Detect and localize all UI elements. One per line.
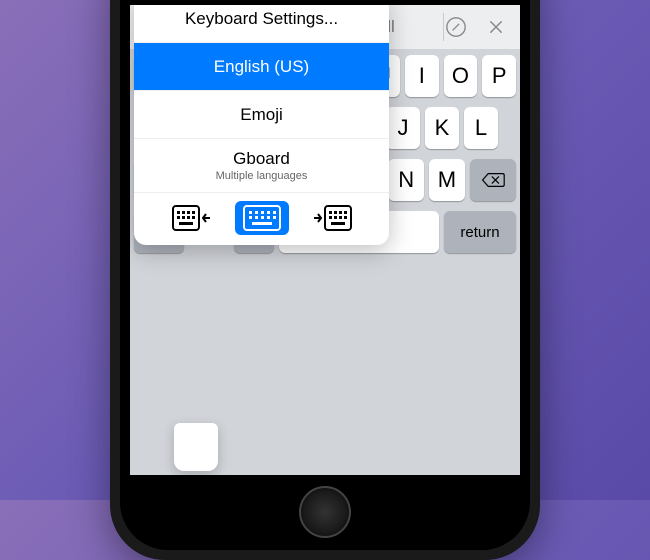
- keyboard-dock-left-icon[interactable]: [165, 201, 219, 235]
- keyboard-option-sublabel: Multiple languages: [216, 170, 308, 182]
- keyboard-settings-label: Keyboard Settings...: [185, 9, 338, 29]
- keyboard-dock-right-icon[interactable]: [305, 201, 359, 235]
- key-l[interactable]: L: [464, 107, 498, 149]
- home-button[interactable]: [299, 486, 351, 538]
- keyboard-option-label: Emoji: [240, 105, 283, 125]
- globe-key-highlight[interactable]: [174, 423, 218, 471]
- key-k[interactable]: K: [425, 107, 459, 149]
- keyboard-option-emoji[interactable]: Emoji: [134, 91, 389, 139]
- keyboard-layout-row: [134, 193, 389, 245]
- divider: [443, 13, 444, 41]
- keyboard-settings-item[interactable]: Keyboard Settings...: [134, 5, 389, 43]
- phone-bezel: I'll Q W E R T Y U I: [120, 0, 530, 550]
- key-i[interactable]: I: [405, 55, 439, 97]
- close-icon[interactable]: [480, 11, 512, 43]
- key-p[interactable]: P: [482, 55, 516, 97]
- keyboard-dock-full-icon[interactable]: [235, 201, 289, 235]
- keyboard-switcher-popup: Keyboard Settings... English (US) Emoji …: [134, 5, 389, 245]
- return-key[interactable]: return: [444, 211, 516, 253]
- key-o[interactable]: O: [444, 55, 478, 97]
- keyboard-option-label: English (US): [214, 57, 309, 77]
- key-j[interactable]: J: [386, 107, 420, 149]
- pen-circle-icon[interactable]: [440, 11, 472, 43]
- keyboard-option-label: Gboard: [233, 149, 290, 169]
- screen: I'll Q W E R T Y U I: [130, 5, 520, 475]
- keyboard-option-gboard[interactable]: Gboard Multiple languages: [134, 139, 389, 193]
- phone-frame: I'll Q W E R T Y U I: [110, 0, 540, 560]
- keyboard-option-english[interactable]: English (US): [134, 43, 389, 91]
- key-n[interactable]: N: [388, 159, 424, 201]
- key-m[interactable]: M: [429, 159, 465, 201]
- backspace-key[interactable]: [470, 159, 516, 201]
- backspace-icon: [481, 171, 505, 189]
